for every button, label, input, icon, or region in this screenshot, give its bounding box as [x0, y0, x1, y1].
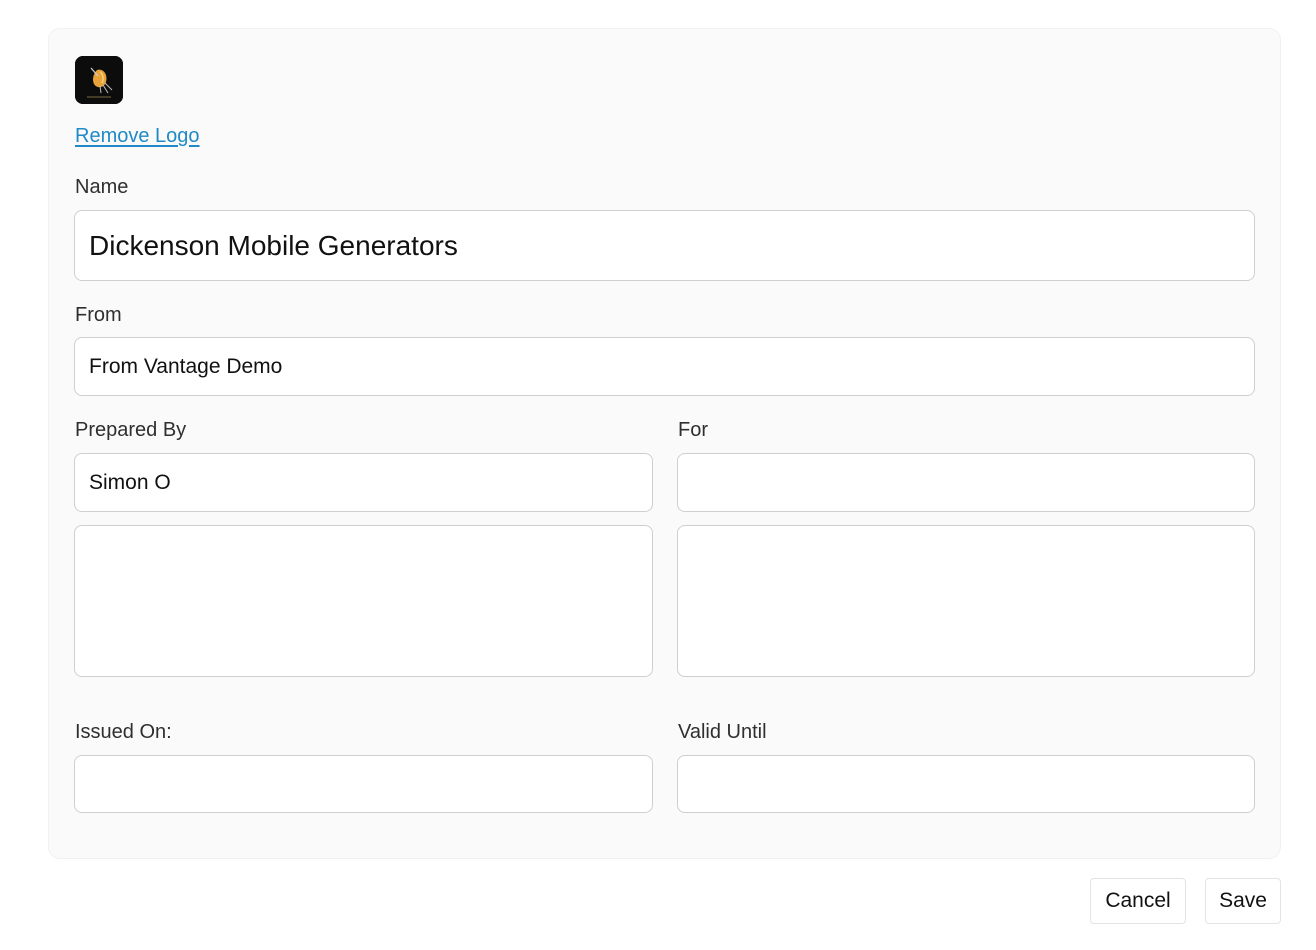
name-label: Name: [75, 176, 129, 198]
cancel-button[interactable]: Cancel: [1090, 878, 1186, 924]
prepared-by-label: Prepared By: [75, 419, 187, 441]
valid-until-field[interactable]: [677, 755, 1255, 813]
save-button[interactable]: Save: [1205, 878, 1281, 924]
bird-logo-icon: [75, 56, 123, 104]
name-field[interactable]: [74, 210, 1255, 281]
prepared-by-details-textarea[interactable]: [74, 525, 653, 677]
valid-until-label: Valid Until: [678, 721, 767, 743]
remove-logo-link[interactable]: Remove Logo: [75, 125, 200, 148]
quote-header-form: Remove Logo Name From Prepared By For Is…: [48, 28, 1281, 859]
from-field[interactable]: [74, 337, 1255, 396]
prepared-by-field[interactable]: [74, 453, 653, 512]
for-details-textarea[interactable]: [677, 525, 1255, 677]
issued-on-label: Issued On:: [75, 721, 172, 743]
issued-on-field[interactable]: [74, 755, 653, 813]
for-field[interactable]: [677, 453, 1255, 512]
from-label: From: [75, 304, 122, 326]
for-label: For: [678, 419, 708, 441]
